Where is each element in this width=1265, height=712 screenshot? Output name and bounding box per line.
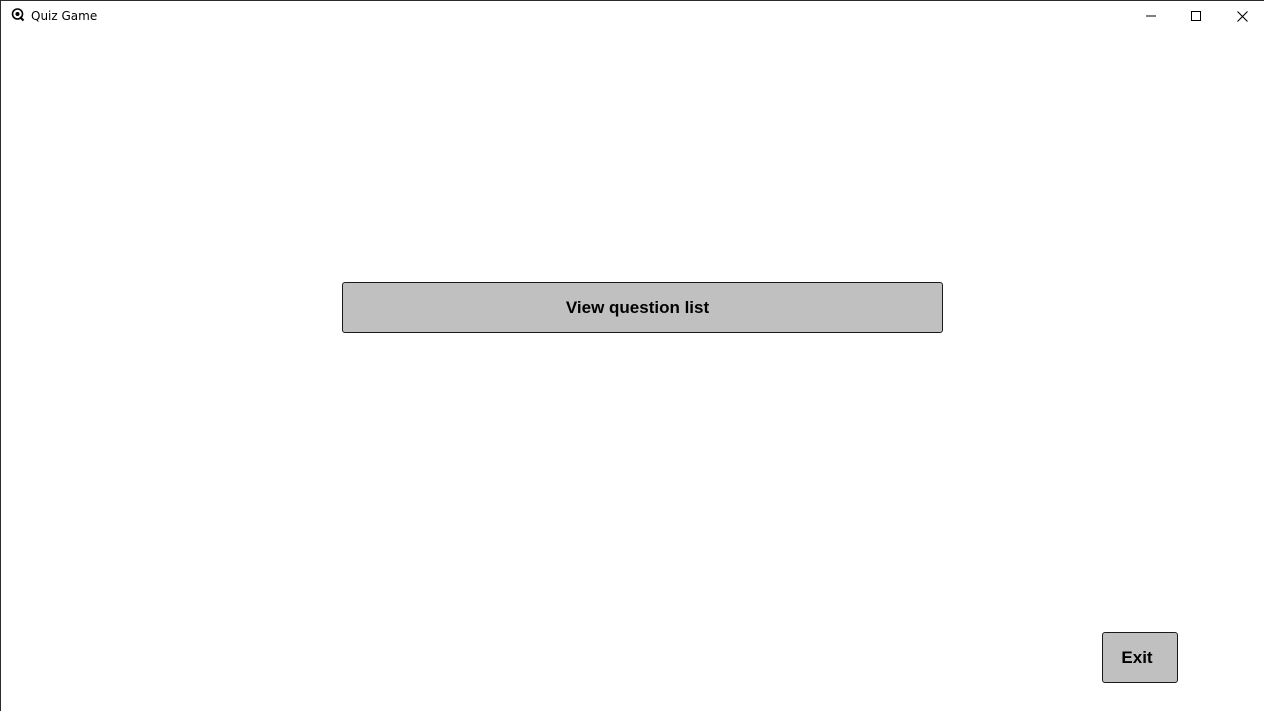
window-title: Quiz Game [31, 9, 98, 23]
app-window: Quiz Game View question list Exit [0, 0, 1264, 711]
quiz-app-icon [11, 8, 25, 22]
title-bar[interactable]: Quiz Game [1, 1, 1264, 31]
exit-button[interactable]: Exit [1102, 632, 1178, 683]
minimize-button[interactable] [1128, 1, 1174, 31]
maximize-button[interactable] [1173, 1, 1219, 31]
maximize-icon [1191, 11, 1201, 21]
view-question-list-button[interactable]: View question list [342, 282, 943, 333]
close-button[interactable] [1219, 1, 1265, 31]
minimize-icon [1146, 11, 1156, 21]
close-icon [1236, 10, 1248, 22]
